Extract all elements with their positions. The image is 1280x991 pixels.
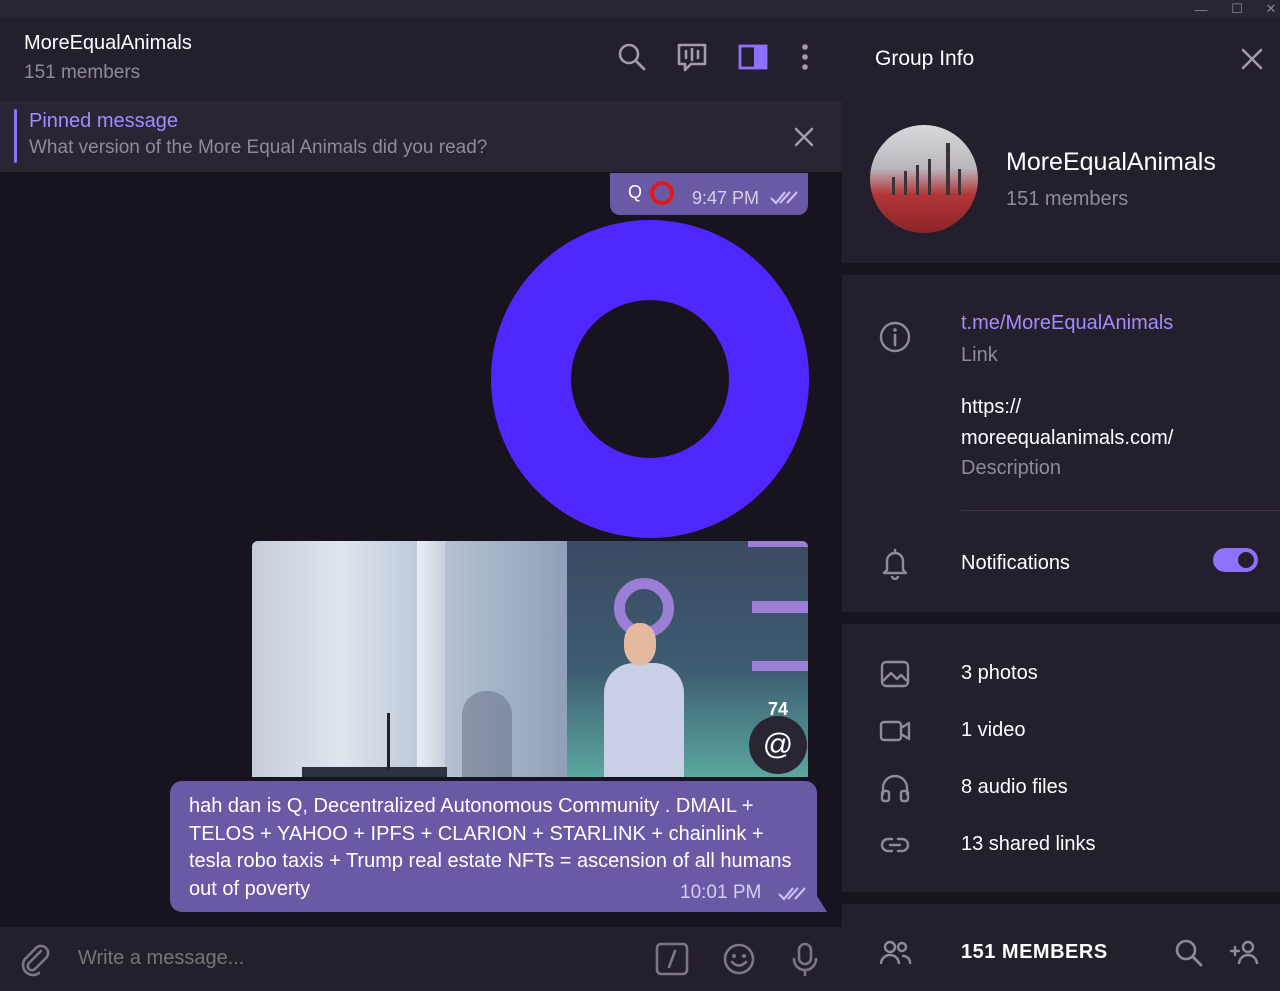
pinned-message-bar[interactable]: Pinned message What version of the More … [0, 101, 842, 173]
link-label: Link [961, 344, 998, 366]
window-titlebar: — ☐ ✕ [0, 0, 1280, 18]
emoji-icon[interactable] [721, 941, 757, 977]
avatar-building [892, 177, 895, 195]
message-list[interactable]: Q 9:47 PM 74 @ hah dan is Q, Decentraliz… [0, 173, 842, 927]
chat-header: MoreEqualAnimals 151 members [0, 18, 842, 101]
photo-background-left [252, 541, 567, 777]
message-composer [0, 927, 842, 991]
message-bubble[interactable]: hah dan is Q, Decentralized Autonomous C… [170, 781, 817, 912]
message-bubble[interactable]: Q 9:47 PM [610, 173, 808, 215]
close-pinned-icon[interactable] [792, 125, 816, 149]
video-chat-icon[interactable] [675, 40, 709, 74]
close-icon[interactable] [1240, 47, 1264, 71]
shared-links[interactable]: 13 shared links [961, 833, 1096, 856]
toggle-knob [1235, 549, 1257, 571]
minimize-button[interactable]: — [1184, 0, 1218, 18]
avatar-building [928, 159, 931, 195]
photo-person-head [624, 623, 656, 665]
photo-shadow [462, 691, 512, 777]
video-icon [879, 720, 911, 742]
shared-audio-files[interactable]: 8 audio files [961, 776, 1068, 799]
ring-sticker[interactable] [491, 220, 809, 538]
chat-title[interactable]: MoreEqualAnimals [24, 32, 192, 55]
mentions-button[interactable]: @ [749, 716, 807, 774]
photo-message[interactable] [252, 541, 808, 777]
read-checkmarks-icon [778, 887, 806, 901]
link-icon [880, 837, 910, 853]
attach-icon[interactable] [17, 941, 53, 977]
notifications-label: Notifications [961, 552, 1070, 574]
group-member-count: 151 members [1006, 188, 1129, 210]
photo-stage-graphic [752, 661, 808, 671]
section-divider [961, 510, 1280, 511]
photo-person-body [604, 663, 684, 777]
notifications-toggle[interactable] [1213, 548, 1258, 572]
avatar-building [958, 169, 961, 195]
more-menu-icon[interactable] [788, 40, 822, 74]
avatar-building [904, 171, 907, 195]
photo-column [417, 541, 445, 777]
pinned-label: Pinned message [29, 110, 178, 132]
sidebar-toggle-icon[interactable] [736, 40, 770, 74]
bell-icon [882, 548, 908, 580]
bubble-tail [817, 896, 827, 912]
avatar-building [946, 143, 950, 195]
pinned-text: What version of the More Equal Animals d… [29, 137, 488, 158]
bot-commands-icon[interactable] [654, 941, 690, 977]
group-description-line[interactable]: https:// [961, 392, 1021, 423]
message-time: 10:01 PM [680, 882, 762, 903]
pinned-accent-bar [14, 109, 17, 163]
microphone-icon[interactable] [787, 941, 823, 977]
shared-videos[interactable]: 1 video [961, 719, 1026, 742]
photo-icon [880, 660, 910, 688]
photo-stage-graphic [748, 541, 808, 547]
chat-pane: MoreEqualAnimals 151 members Pinned mess… [0, 18, 842, 991]
group-profile-section: Group Info MoreEqualAnimals 151 members [842, 18, 1280, 263]
info-icon [879, 321, 911, 353]
shared-media-section: 3 photos 1 video 8 audio files 13 shared… [842, 624, 1280, 892]
photo-podium [302, 767, 447, 777]
telegram-window: — ☐ ✕ MoreEqualAnimals 151 members Pinne… [0, 0, 1280, 991]
photo-microphone [387, 713, 390, 769]
members-header: 151 MEMBERS [961, 941, 1108, 963]
members-icon [879, 940, 912, 965]
group-info-panel: Group Info MoreEqualAnimals 151 members [842, 18, 1280, 991]
add-member-icon[interactable] [1228, 936, 1262, 970]
panel-title: Group Info [875, 47, 975, 70]
shared-photos[interactable]: 3 photos [961, 662, 1038, 685]
maximize-button[interactable]: ☐ [1220, 0, 1254, 18]
window-close-button[interactable]: ✕ [1254, 0, 1280, 18]
group-description-line[interactable]: moreequalanimals.com/ [961, 423, 1173, 454]
message-text: Q [628, 182, 643, 202]
group-avatar[interactable] [870, 125, 978, 233]
search-members-icon[interactable] [1172, 936, 1206, 970]
message-time: 9:47 PM [692, 188, 760, 208]
photo-stage-graphic [752, 601, 808, 613]
chat-member-count: 151 members [24, 62, 141, 83]
headphones-icon [880, 774, 910, 803]
red-circle-emoji [650, 181, 674, 205]
group-name: MoreEqualAnimals [1006, 148, 1216, 176]
description-label: Description [961, 457, 1062, 479]
avatar-building [916, 165, 919, 195]
read-checkmarks-icon [770, 191, 798, 205]
search-icon[interactable] [615, 40, 649, 74]
message-input[interactable] [78, 947, 618, 970]
group-link[interactable]: t.me/MoreEqualAnimals [961, 312, 1173, 335]
